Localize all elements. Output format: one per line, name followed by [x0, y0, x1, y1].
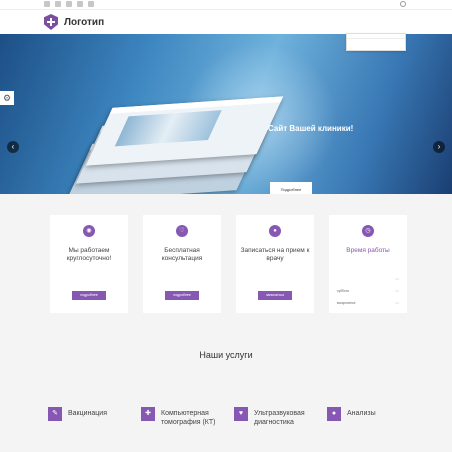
services-title: Наши услуги [199, 350, 253, 360]
hours-time [395, 301, 399, 304]
search-icon[interactable] [400, 1, 406, 7]
social-links [44, 1, 94, 7]
card-free-consultation: ♡ Бесплатная консультация подробнее [143, 215, 221, 313]
hours-row: суббота [337, 286, 399, 295]
hero-slider: ⚙ Сайт Вашей клиники! Подробнее ‹ › [0, 34, 452, 194]
hours-row [337, 274, 399, 283]
hero-details-button[interactable]: Подробнее [270, 182, 312, 194]
gear-icon[interactable]: ⚙ [0, 91, 14, 105]
hours-time [395, 289, 399, 292]
hero-title: Сайт Вашей клиники! [268, 124, 354, 133]
facebook-icon[interactable] [44, 1, 50, 7]
plus-icon: ✚ [141, 407, 155, 421]
hours-time [395, 277, 399, 280]
heart-icon: ♥ [234, 407, 248, 421]
card-appointment: ● Записаться на прием к врачу записаться [236, 215, 314, 313]
working-hours: ◷ Время работы суббота воскресенье [329, 215, 407, 313]
people-icon: ● [269, 225, 281, 237]
syringe-icon: ✎ [48, 407, 62, 421]
header: Логотип [0, 9, 452, 34]
hours-day: воскресенье [337, 300, 356, 305]
service-title: Анализы [347, 410, 376, 417]
service-title: Компьютерная томография (КТ) [161, 410, 216, 426]
logo-cross-icon[interactable] [44, 14, 58, 30]
card-title: Бесплатная консультация [161, 247, 203, 262]
camera-icon: ◉ [83, 225, 95, 237]
card-open-24h: ◉ Мы работаем круглосуточно! подробнее [50, 215, 128, 313]
nav-dropdown [346, 33, 406, 51]
card-signup-button[interactable]: записаться [258, 291, 292, 300]
card-title: Записаться на прием к врачу [240, 247, 310, 262]
clock-icon: ◷ [362, 225, 374, 237]
hours-row: воскресенье [337, 298, 399, 307]
hours-header: ◷ Время работы [329, 215, 407, 262]
hours-day: суббота [337, 288, 349, 293]
service-title: Ультразвуковая диагностика [254, 410, 305, 426]
heart-shield-icon: ♡ [176, 225, 188, 237]
card-details-button[interactable]: подробнее [165, 291, 199, 300]
logo-text[interactable]: Логотип [64, 17, 104, 28]
hours-title: Время работы [346, 247, 390, 254]
chevron-right-icon[interactable]: › [433, 141, 445, 153]
drop-icon: ● [327, 407, 341, 421]
card-details-button[interactable]: подробнее [72, 291, 106, 300]
googleplus-icon[interactable] [66, 1, 72, 7]
rss-icon[interactable] [88, 1, 94, 7]
card-title: Мы работаем круглосуточно! [66, 247, 112, 262]
top-bar [0, 0, 452, 9]
linkedin-icon[interactable] [77, 1, 83, 7]
page: Логотип ⚙ Сайт Вашей клиники! Подробнее … [0, 0, 452, 452]
chevron-left-icon[interactable]: ‹ [7, 141, 19, 153]
dropdown-item[interactable] [347, 34, 405, 39]
service-title: Вакцинация [68, 410, 108, 417]
twitter-icon[interactable] [55, 1, 61, 7]
